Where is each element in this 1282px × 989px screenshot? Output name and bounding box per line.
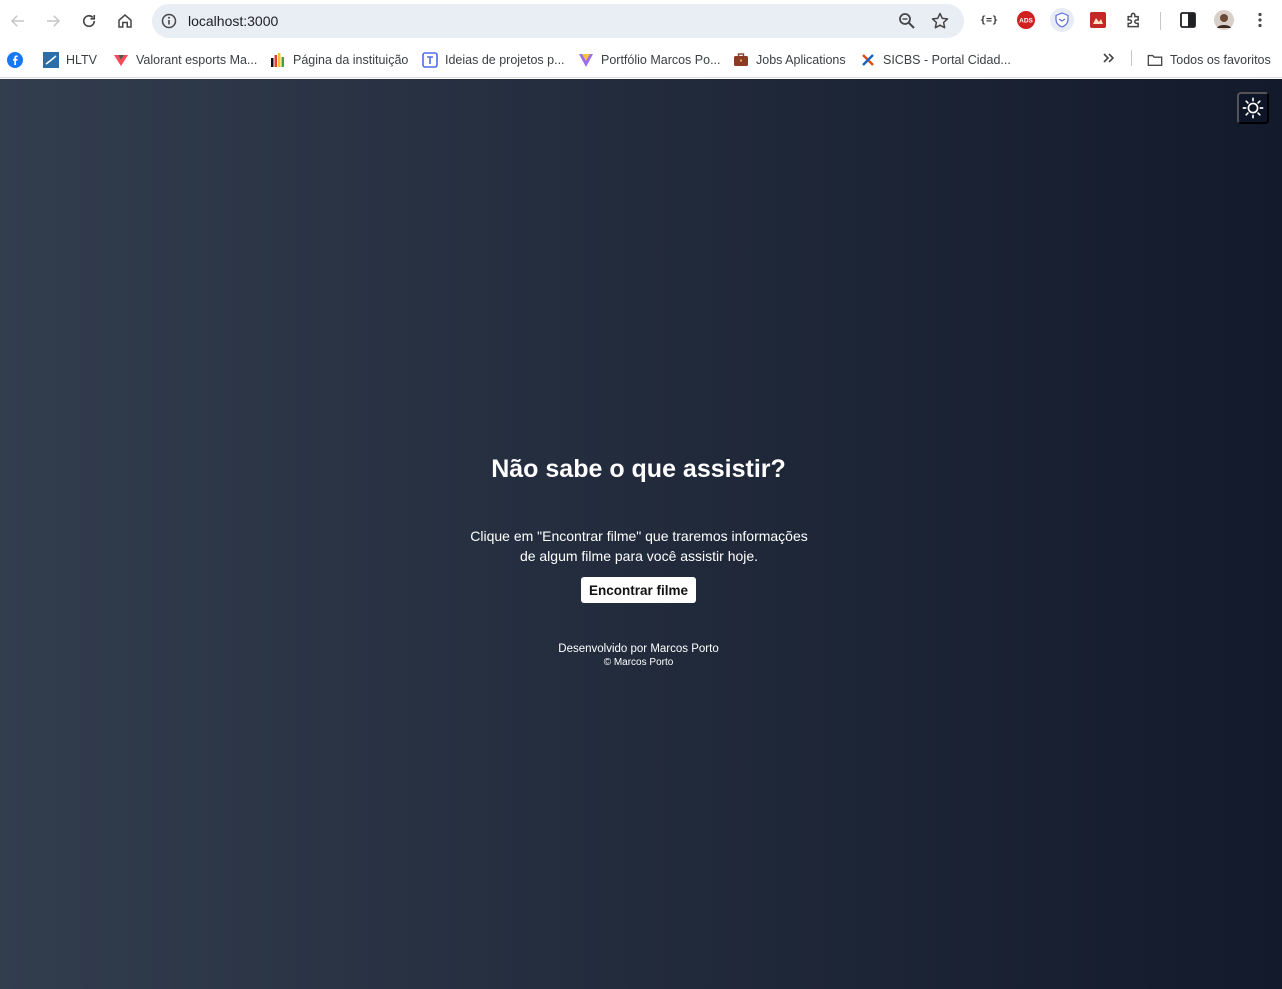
bookmark-label: Jobs Aplications (756, 53, 846, 67)
site-info-icon[interactable] (160, 12, 178, 30)
bookmark-star-icon[interactable] (930, 11, 950, 31)
toolbar-separator (1160, 12, 1161, 30)
browser-menu-icon[interactable] (1249, 9, 1271, 31)
address-bar[interactable]: localhost:3000 (152, 4, 964, 38)
bookmark-institution[interactable]: Página da instituição (270, 49, 408, 71)
profile-avatar[interactable] (1213, 9, 1235, 31)
bookmark-ideas[interactable]: Ideias de projetos p... (422, 49, 565, 71)
forward-button[interactable] (38, 6, 68, 36)
description-line: Clique em "Encontrar filme" que traremos… (470, 528, 808, 544)
reload-button[interactable] (74, 6, 104, 36)
extensions-puzzle-icon[interactable] (1123, 9, 1145, 31)
bookmark-sicbs[interactable]: SICBS - Portal Cidad... (860, 49, 1011, 71)
all-bookmarks-folder[interactable]: Todos os favoritos (1147, 49, 1271, 71)
footer-developer: Desenvolvido por Marcos Porto (558, 643, 719, 655)
hltv-icon (43, 52, 59, 68)
bookmark-facebook[interactable] (7, 49, 30, 71)
extension-red-icon[interactable] (1087, 9, 1109, 31)
bookmark-portfolio[interactable]: Portfólio Marcos Po... (578, 49, 721, 71)
bookmark-hltv[interactable]: HLTV (43, 49, 97, 71)
bookmark-valorant[interactable]: Valorant esports Ma... (113, 49, 257, 71)
footer-copyright: © Marcos Porto (603, 657, 674, 668)
portfolio-icon (578, 52, 594, 68)
arrow-right-icon (47, 15, 61, 27)
bookmark-label: Página da instituição (293, 53, 409, 67)
theme-toggle-button[interactable] (1237, 92, 1269, 124)
zoom-icon[interactable] (898, 12, 916, 30)
bookmark-label: Portfólio Marcos Po... (601, 53, 721, 67)
page-title: Não sabe o que assistir? (491, 455, 786, 483)
back-button[interactable] (3, 6, 33, 36)
adblock-label: ADS (1019, 18, 1033, 25)
json-formatter-icon[interactable]: {=} (978, 9, 1000, 31)
reload-icon (82, 14, 96, 28)
description: Clique em "Encontrar filme" que traremos… (439, 526, 839, 566)
footer: Desenvolvido por Marcos Porto © Marcos P… (0, 642, 1277, 669)
sun-icon (1242, 97, 1264, 119)
bookmark-label: Valorant esports Ma... (136, 53, 258, 67)
bookmark-jobs[interactable]: Jobs Aplications (733, 49, 846, 71)
side-panel-icon[interactable] (1177, 9, 1199, 31)
adblock-icon[interactable]: ADS (1015, 9, 1037, 31)
home-icon (118, 14, 132, 28)
bookmark-label: Ideias de projetos p... (445, 53, 565, 67)
briefcase-icon (733, 52, 749, 68)
bookmarks-bar: HLTV Valorant esports Ma... Página da in… (0, 42, 1282, 78)
chevron-double-right-icon[interactable] (1098, 48, 1118, 68)
page-content: Não sabe o que assistir? Clique em "Enco… (0, 79, 1282, 989)
facebook-icon (7, 52, 23, 68)
institution-icon (270, 52, 286, 68)
home-button[interactable] (110, 6, 140, 36)
sicbs-icon (860, 52, 876, 68)
all-bookmarks-label: Todos os favoritos (1170, 53, 1271, 67)
valorant-icon (113, 52, 129, 68)
extension-shield-icon[interactable] (1050, 8, 1074, 32)
url-text[interactable]: localhost:3000 (188, 13, 278, 29)
bookmark-label: HLTV (66, 53, 98, 67)
bookmarks-separator (1131, 50, 1132, 66)
folder-icon (1147, 52, 1163, 68)
find-movie-button[interactable]: Encontrar filme (581, 577, 696, 603)
description-line: de algum filme para você assistir hoje. (519, 548, 759, 564)
bookmark-label: SICBS - Portal Cidad... (883, 53, 1011, 67)
browser-toolbar: localhost:3000 {=} ADS (0, 0, 1282, 42)
arrow-left-icon (10, 15, 24, 27)
ideas-icon (422, 52, 438, 68)
